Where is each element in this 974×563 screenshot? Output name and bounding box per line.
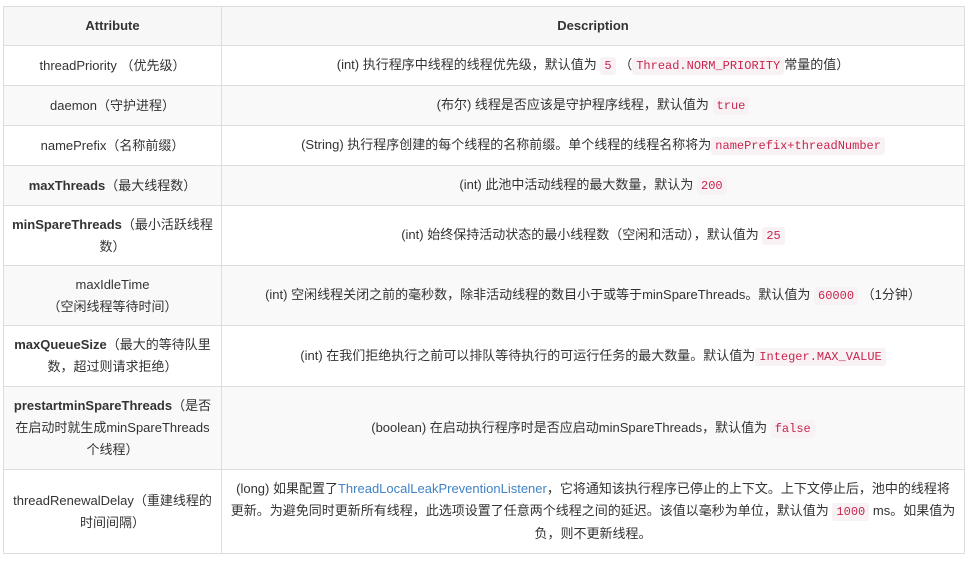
description-text: 常量的值） <box>784 57 850 72</box>
description-text: (int) 此池中活动线程的最大数量，默认为 <box>459 177 694 192</box>
header-row: Attribute Description <box>3 6 965 46</box>
attribute-cell: maxIdleTime （空闲线程等待时间） <box>3 265 222 326</box>
header-description: Description <box>221 6 965 46</box>
attribute-cell: threadRenewalDelay（重建线程的时间间隔） <box>3 469 222 554</box>
header-attribute: Attribute <box>3 6 222 46</box>
description-cell: (boolean) 在启动执行程序时是否应启动minSpareThreads，默… <box>221 386 965 470</box>
attribute-cell: minSpareThreads（最小活跃线程数） <box>3 205 222 266</box>
attribute-cell: namePrefix（名称前缀） <box>3 125 222 166</box>
description-text: (boolean) 在启动执行程序时是否应启动minSpareThreads，默… <box>371 419 768 435</box>
description-text: （ <box>619 57 633 72</box>
default-value-code: true <box>712 97 750 115</box>
attribute-name: prestartminSpareThreads <box>13 398 173 413</box>
description-text: (int) 执行程序中线程的线程优先级，默认值为 <box>336 57 597 72</box>
attribute-note: （空闲线程等待时间） <box>47 298 178 314</box>
default-value-code: 200 <box>697 177 727 195</box>
table-row: threadPriority （优先级） (int) 执行程序中线程的线程优先级… <box>3 45 965 86</box>
attribute-note: （守护进程） <box>96 97 175 113</box>
description-text: （1分钟） <box>861 287 921 302</box>
default-value-code: namePrefix+threadNumber <box>711 137 885 155</box>
attribute-note: （名称前缀） <box>106 137 185 153</box>
default-value-code: 60000 <box>814 287 859 305</box>
table-row: daemon（守护进程） (布尔) 线程是否应该是守护程序线程，默认值为 tru… <box>3 85 965 126</box>
attribute-name: daemon <box>50 97 97 113</box>
attribute-cell: threadPriority （优先级） <box>3 45 222 86</box>
table-row: threadRenewalDelay（重建线程的时间间隔） (long) 如果配… <box>3 469 965 554</box>
table-row: maxThreads（最大线程数） (int) 此池中活动线程的最大数量，默认为… <box>3 165 965 206</box>
attribute-name: maxIdleTime <box>75 276 150 292</box>
table-row: prestartminSpareThreads（是否在启动时就生成minSpar… <box>3 386 965 470</box>
table-row: maxIdleTime （空闲线程等待时间） (int) 空闲线程关闭之前的毫秒数… <box>3 265 965 326</box>
default-value-code: 5 <box>600 57 616 75</box>
description-cell: (int) 始终保持活动状态的最小线程数（空闲和活动），默认值为 25 <box>221 205 965 266</box>
attribute-name: namePrefix <box>40 137 107 153</box>
description-text: (String) 执行程序创建的每个线程的名称前缀。单个线程的线程名称将为 <box>301 137 712 152</box>
attribute-name: maxThreads <box>28 177 106 193</box>
attribute-name: threadRenewalDelay <box>13 492 134 508</box>
description-cell: (int) 空闲线程关闭之前的毫秒数，除非活动线程的数目小于或等于minSpar… <box>221 265 965 326</box>
attribute-note: （最大线程数） <box>105 177 197 193</box>
description-text: (int) 空闲线程关闭之前的毫秒数，除非活动线程的数目小于或等于minSpar… <box>265 287 811 302</box>
description-cell: (String) 执行程序创建的每个线程的名称前缀。单个线程的线程名称将为 nam… <box>221 125 965 166</box>
description-cell: (int) 在我们拒绝执行之前可以排队等待执行的可运行任务的最大数量。默认值为 I… <box>221 325 965 387</box>
default-value-code: false <box>770 419 815 438</box>
table-row: maxQueueSize（最大的等待队里数，超过则请求拒绝） (int) 在我们… <box>3 325 965 387</box>
listener-link[interactable]: ThreadLocalLeakPreventionListener <box>338 481 547 496</box>
attribute-name: minSpareThreads <box>12 216 122 232</box>
description-cell: (long) 如果配置了ThreadLocalLeakPreventionLis… <box>221 469 965 554</box>
description-text: (int) 始终保持活动状态的最小线程数（空闲和活动），默认值为 <box>401 227 759 242</box>
description-cell: (布尔) 线程是否应该是守护程序线程，默认值为 true <box>221 85 965 126</box>
constant-code: Thread.NORM_PRIORITY <box>632 57 785 75</box>
description-cell: (int) 此池中活动线程的最大数量，默认为 200 <box>221 165 965 206</box>
default-value-code: Integer.MAX_VALUE <box>755 347 886 366</box>
attribute-cell: prestartminSpareThreads（是否在启动时就生成minSpar… <box>3 386 222 470</box>
description-text: (long) 如果配置了 <box>236 481 338 496</box>
attribute-cell: maxThreads（最大线程数） <box>3 165 222 206</box>
attributes-table: Attribute Description threadPriority （优先… <box>3 6 965 554</box>
description-text: (int) 在我们拒绝执行之前可以排队等待执行的可运行任务的最大数量。默认值为 <box>300 347 756 363</box>
default-value-code: 1000 <box>832 503 870 521</box>
attribute-note: （优先级） <box>120 57 186 73</box>
attribute-name: threadPriority <box>39 57 117 73</box>
table-row: minSpareThreads（最小活跃线程数） (int) 始终保持活动状态的… <box>3 205 965 266</box>
attribute-cell: daemon（守护进程） <box>3 85 222 126</box>
attribute-name: maxQueueSize <box>14 337 107 352</box>
description-text: (布尔) 线程是否应该是守护程序线程，默认值为 <box>436 97 709 112</box>
table-row: namePrefix（名称前缀） (String) 执行程序创建的每个线程的名称… <box>3 125 965 166</box>
default-value-code: 25 <box>762 227 785 245</box>
description-cell: (int) 执行程序中线程的线程优先级，默认值为 5 （Thread.NORM_… <box>221 45 965 86</box>
attribute-cell: maxQueueSize（最大的等待队里数，超过则请求拒绝） <box>3 325 222 387</box>
